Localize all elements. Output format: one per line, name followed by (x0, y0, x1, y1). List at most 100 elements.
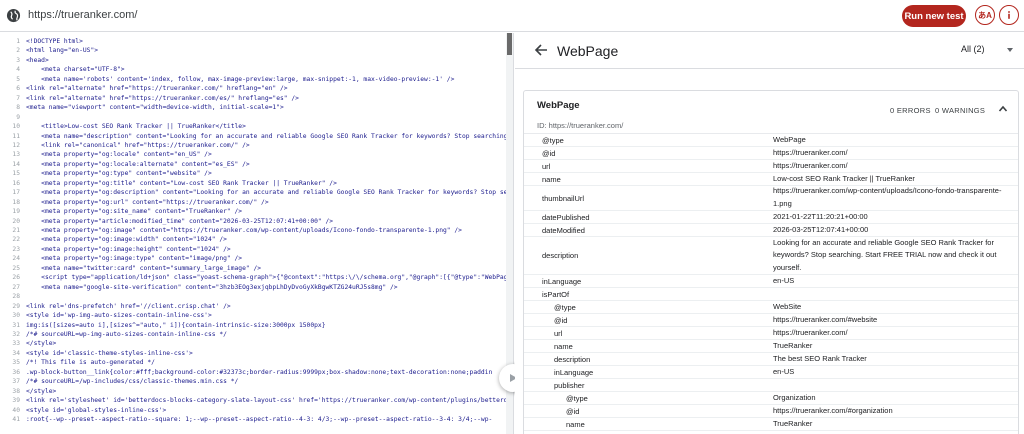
property-value: The best SEO Rank Tracker (773, 353, 867, 363)
line-number: 26 (12, 274, 20, 282)
code-text: </style> (26, 387, 57, 395)
line-number: 30 (12, 312, 20, 320)
code-text: <meta name="twitter:card" content="summa… (26, 264, 262, 272)
property-value: https://trueranker.com/wp-content/upload… (773, 186, 1002, 208)
code-line: 9 (0, 114, 513, 122)
code-line: 37 /*# sourceURL=/wp-includes/css/classic… (0, 378, 513, 386)
line-number: 32 (12, 330, 20, 338)
code-line: 25 <meta name="twitter:card" content="su… (0, 264, 513, 273)
code-line: 1 <!DOCTYPE html> (0, 38, 513, 46)
code-line: 14 <meta property="og:locale:alternate" … (0, 160, 513, 169)
code-line: 29 <link rel='dns-prefetch' href='//clien… (0, 302, 513, 311)
page-url[interactable]: https://trueranker.com/ (28, 9, 137, 21)
property-row: @type WebSite (524, 301, 1018, 314)
code-text: /*! This file is auto-generated */ (26, 359, 155, 367)
line-number: 2 (16, 47, 20, 55)
property-value: en-US (773, 275, 795, 285)
line-number: 37 (12, 378, 20, 386)
code-text: <meta property="og:title" content="Low-c… (26, 179, 337, 187)
code-text: <meta property="og:locale" content="en_U… (26, 151, 212, 159)
run-new-test-button[interactable]: Run new test (902, 5, 966, 27)
property-row: @type Organization (524, 392, 1018, 405)
code-line: 20 <meta property="article:modified_time… (0, 217, 513, 226)
code-text: <meta name="google-site-verification" co… (26, 283, 398, 291)
source-code-panel[interactable]: 1 <!DOCTYPE html> 2 <html lang="en-US"> 3 <he… (0, 33, 514, 434)
property-key: name (554, 341, 573, 351)
line-number: 4 (16, 66, 20, 74)
line-number: 23 (12, 245, 20, 253)
results-header: WebPage All (2) (515, 33, 1024, 69)
filter-dropdown[interactable]: All (2) (951, 39, 1021, 61)
back-arrow-icon[interactable] (533, 42, 549, 58)
code-line: 38 </style> (0, 387, 513, 396)
code-line: 40 <style id='global-styles-inline-css'> (0, 407, 513, 415)
code-text: /*# sourceURL=wp-img-auto-sizes-contain-… (26, 330, 227, 338)
code-text: <meta property="og:image:height" content… (26, 245, 231, 253)
code-line: 10 <title>Low-cost SEO Rank Tracker || T… (0, 123, 513, 131)
property-key: @type (566, 393, 588, 403)
property-key: inLanguage (554, 367, 594, 377)
property-key: @id (566, 406, 580, 416)
code-line: 35 /*! This file is auto-generated */ (0, 359, 513, 367)
property-row: @id https://trueranker.com/#website (524, 314, 1018, 327)
property-key: inLanguage (542, 276, 582, 286)
code-text: <link rel="alternate" href="https://true… (26, 94, 299, 102)
code-scrollbar-thumb[interactable] (507, 33, 512, 55)
property-row: dateModified 2026-03-25T12:07:41+00:00 (524, 224, 1018, 237)
line-number: 34 (12, 349, 20, 357)
property-key: @type (554, 302, 576, 312)
code-line: 18 <meta property="og:url" content="http… (0, 198, 513, 207)
line-number: 17 (12, 189, 20, 197)
code-text: <title>Low-cost SEO Rank Tracker || True… (26, 123, 246, 131)
property-key: isPartOf (542, 289, 570, 299)
code-text: img:is([sizes=auto i],[sizes^="auto," i]… (26, 321, 326, 329)
property-key: @id (542, 148, 556, 158)
property-value: en-US (773, 366, 795, 376)
line-number: 29 (12, 302, 20, 310)
code-text: <link rel='stylesheet' id='betterdocs-bl… (26, 397, 508, 405)
code-line: 26 <script type="application/ld+json" cl… (0, 274, 513, 282)
errors-count: 0 ERRORS (890, 106, 931, 115)
code-line: 23 <meta property="og:image:height" cont… (0, 245, 513, 254)
property-row: name TrueRanker (524, 340, 1018, 353)
info-button[interactable] (999, 5, 1019, 25)
line-number: 27 (12, 283, 20, 291)
globe-icon (6, 8, 21, 23)
property-row: @id https://trueranker.com/ (524, 147, 1018, 160)
property-row: publisher (524, 379, 1018, 392)
top-bar: https://trueranker.com/ Run new test あA (0, 0, 1024, 32)
code-text: <meta property="article:modified_time" c… (26, 217, 334, 225)
property-row: url https://trueranker.com/ (524, 160, 1018, 173)
info-icon (1008, 11, 1010, 19)
line-number: 14 (12, 160, 20, 168)
property-key: description (554, 354, 591, 364)
code-line: 4 <meta charset="UTF-8"> (0, 66, 513, 74)
code-line: 15 <meta property="og:type" content="web… (0, 170, 513, 178)
line-number: 11 (12, 132, 20, 140)
code-text: <meta property="og:url" content="https:/… (26, 198, 269, 206)
code-line: 17 <meta property="og:description" conte… (0, 189, 513, 197)
property-key: description (542, 251, 579, 260)
code-line: 11 <meta name="description" content="Loo… (0, 132, 513, 141)
header-divider (515, 68, 1024, 69)
line-number: 16 (12, 179, 20, 187)
results-panel: WebPage All (2) WebPage 0 ERRORS 0 WARNI… (515, 33, 1024, 434)
line-number: 21 (12, 227, 20, 234)
chevron-up-icon[interactable] (998, 104, 1008, 114)
code-text: <meta name="viewport" content="width=dev… (26, 104, 284, 112)
code-line: 5 <meta name='robots' content='index, fo… (0, 76, 513, 84)
code-line: 31 img:is([sizes=auto i],[sizes^="auto," … (0, 321, 513, 330)
line-number: 6 (16, 85, 20, 93)
code-line: 13 <meta property="og:locale" content="e… (0, 151, 513, 159)
property-value: https://trueranker.com/ (773, 147, 848, 157)
card-id: ID: https://trueranker.com/ (537, 121, 624, 130)
line-number: 18 (12, 198, 20, 206)
results-title: WebPage (557, 43, 619, 59)
line-number: 35 (12, 359, 20, 367)
property-key: url (542, 161, 551, 171)
property-value: TrueRanker (773, 418, 813, 428)
code-text: <script type="application/ld+json" class… (26, 274, 508, 282)
translate-button[interactable]: あA (975, 5, 995, 25)
line-number: 36 (12, 368, 20, 376)
dropdown-caret-icon (1007, 48, 1013, 52)
